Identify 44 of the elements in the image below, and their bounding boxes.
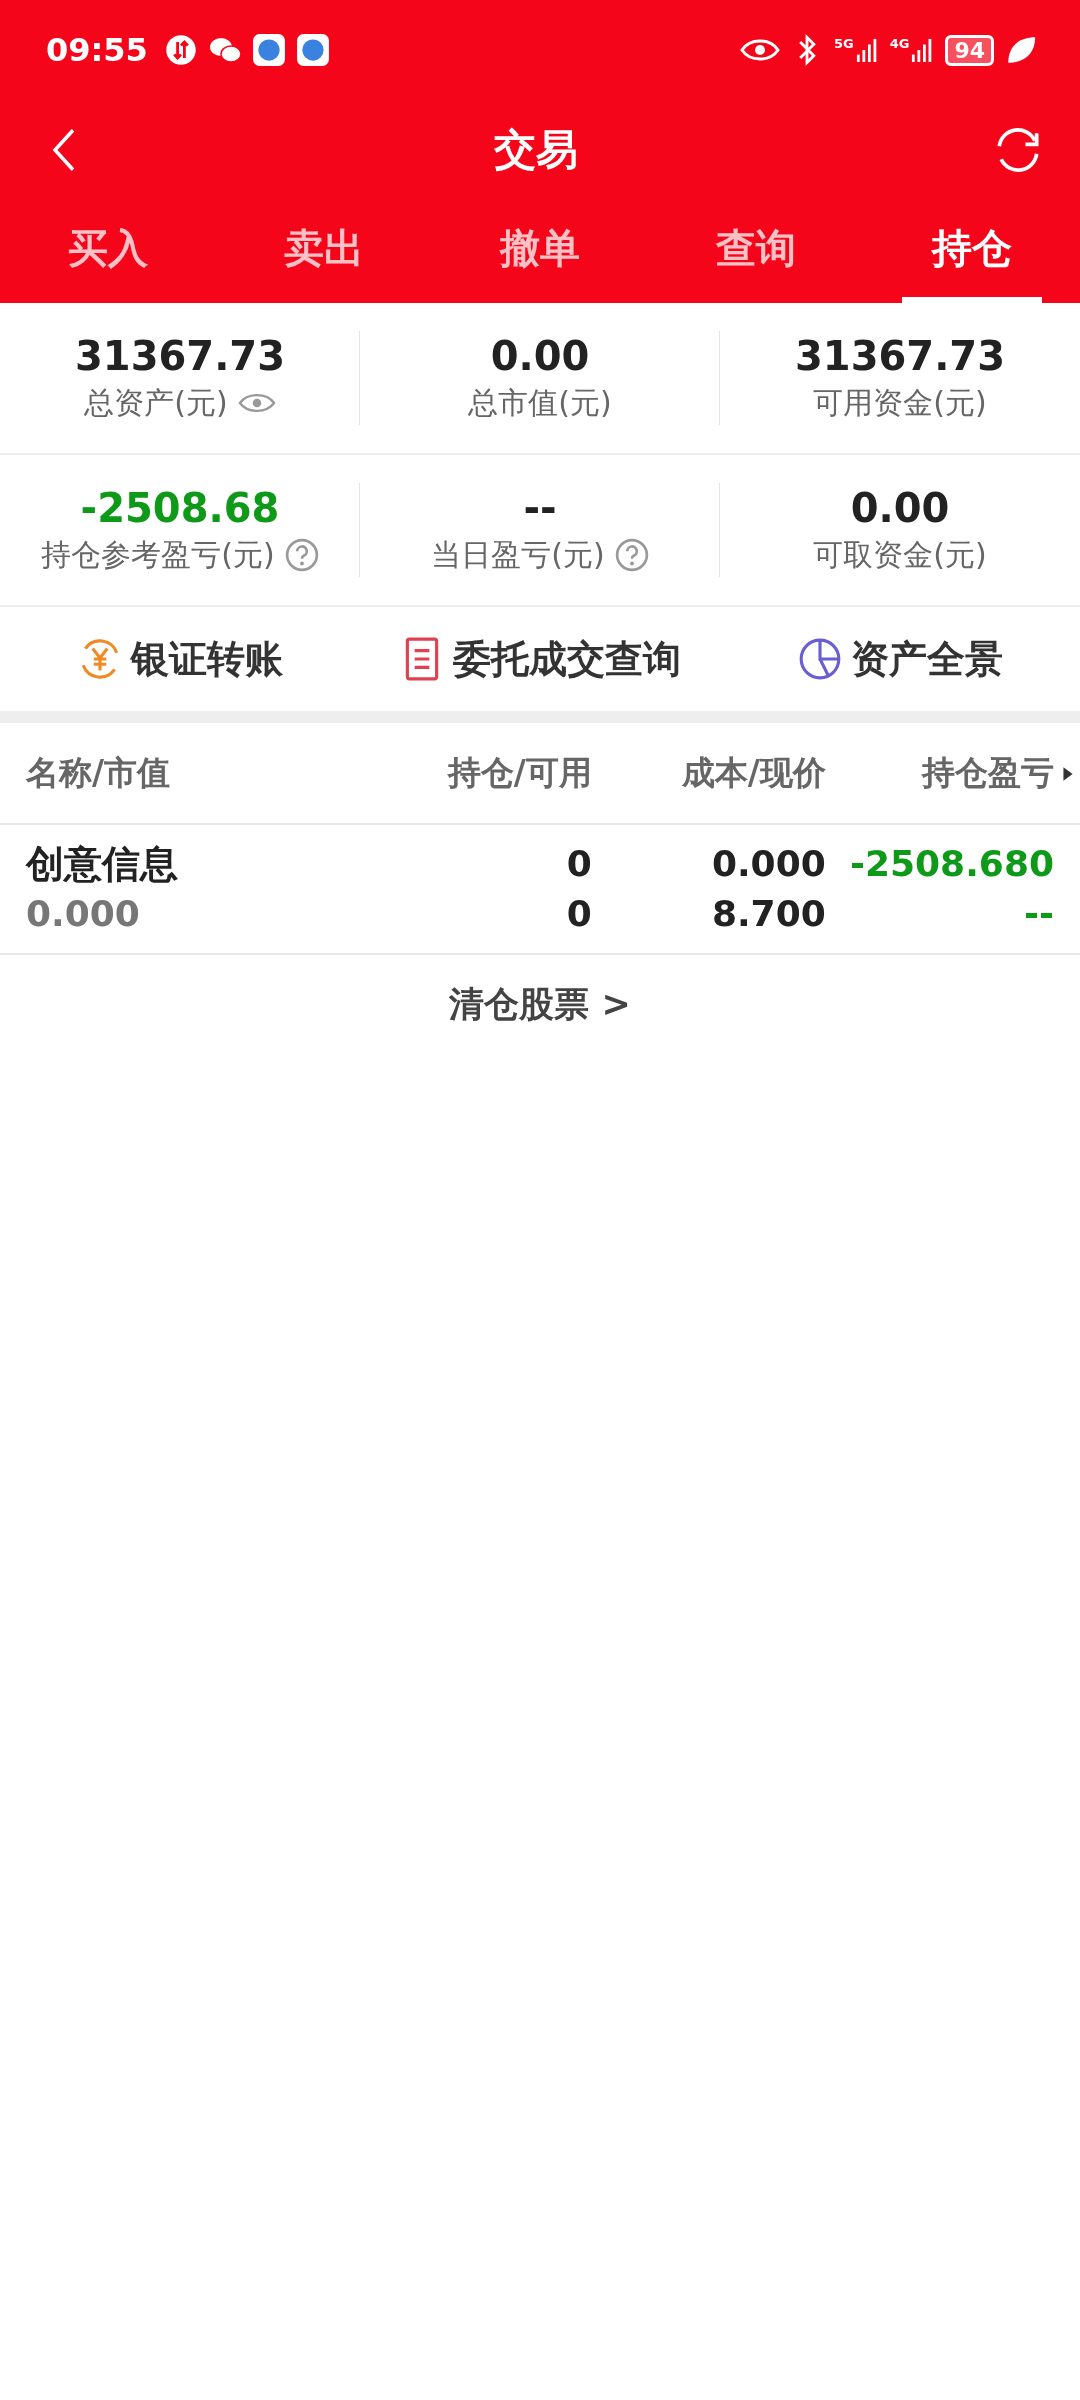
summary-value: -- xyxy=(523,484,557,531)
available: 0 xyxy=(566,892,592,936)
position: 0 xyxy=(566,842,592,886)
eye-icon[interactable] xyxy=(237,391,276,415)
right-arrow-icon[interactable] xyxy=(1062,766,1074,782)
summary-value: 0.00 xyxy=(850,484,950,531)
transfer-icon xyxy=(163,33,198,67)
page-title: 交易 xyxy=(494,124,578,176)
summary-value: 31367.73 xyxy=(75,332,285,379)
network-label: 4G xyxy=(889,35,910,51)
browser-icon xyxy=(251,33,286,67)
summary-label: 可取资金(元) xyxy=(813,535,987,574)
battery-level: 94 xyxy=(945,34,994,66)
holding-row[interactable]: 创意信息 0.000 0 0 0.000 8.700 -2508.680 -- xyxy=(0,825,1080,955)
profit-ratio: -- xyxy=(1024,892,1054,936)
stock-name: 创意信息 xyxy=(26,841,179,888)
column-header: 名称/市值 xyxy=(26,751,172,794)
help-icon[interactable] xyxy=(614,538,649,572)
shortcut-button[interactable]: 委托成交查询 xyxy=(360,633,720,685)
summary-value: -2508.68 xyxy=(80,484,280,531)
column-header: 成本/现价 xyxy=(680,751,826,794)
summary-label: 持仓参考盈亏(元) xyxy=(41,535,275,574)
eye-icon xyxy=(739,37,780,63)
network-label: 5G xyxy=(833,35,854,51)
tab[interactable]: 持仓 xyxy=(902,200,1042,303)
market-value: 0.000 xyxy=(26,892,141,936)
browser-icon xyxy=(295,33,330,67)
summary-label: 当日盈亏(元) xyxy=(431,535,605,574)
status-time: 09:55 xyxy=(46,31,148,69)
summary-label: 总资产(元) xyxy=(84,383,228,422)
help-icon[interactable] xyxy=(284,538,319,572)
profit-loss: -2508.680 xyxy=(850,842,1054,886)
cost-price: 0.000 xyxy=(711,842,826,886)
summary-label: 总市值(元) xyxy=(468,383,612,422)
summary-label: 可用资金(元) xyxy=(813,383,987,422)
summary-value: 31367.73 xyxy=(795,332,1005,379)
pie-chart-icon xyxy=(797,636,843,682)
current-price: 8.700 xyxy=(711,892,826,936)
shortcut-button[interactable]: 银证转账 xyxy=(0,633,360,685)
summary-value: 0.00 xyxy=(490,332,590,379)
clear-stocks-link[interactable]: 清仓股票 > xyxy=(449,981,631,1028)
shortcut-button[interactable]: 资产全景 xyxy=(720,633,1080,685)
column-header: 持仓盈亏 xyxy=(920,751,1054,794)
column-header: 持仓/可用 xyxy=(446,751,592,794)
